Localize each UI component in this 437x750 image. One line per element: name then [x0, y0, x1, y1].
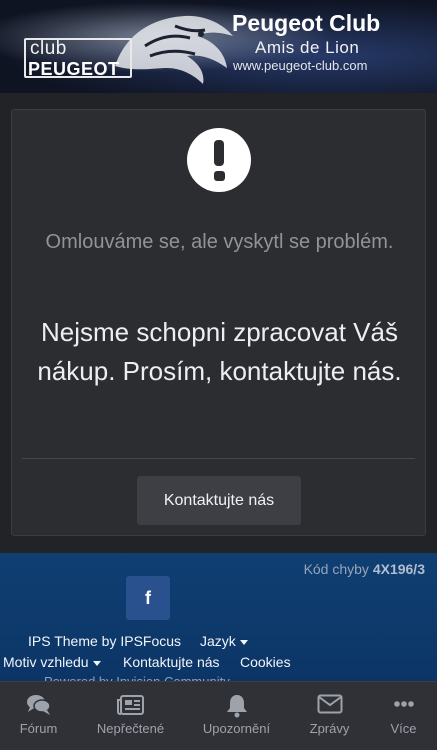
card-divider	[22, 458, 415, 459]
envelope-icon	[317, 694, 342, 714]
site-title: Peugeot Club	[232, 10, 381, 36]
theme-picker-label: Motiv vzhledu	[3, 654, 89, 670]
logo-club-text: club	[30, 38, 67, 59]
logo-brand-text: PEUGEOT	[28, 59, 120, 79]
newspaper-icon	[116, 695, 144, 715]
language-menu[interactable]: Jazyk	[200, 633, 248, 649]
nav-label-unread: Nepřečtené	[96, 721, 165, 736]
nav-item-more[interactable]: Více	[360, 682, 437, 750]
bell-icon	[226, 695, 247, 718]
site-url: www.peugeot-club.com	[233, 58, 368, 73]
more-icon	[393, 701, 414, 707]
nav-label-notifications: Upozornění	[202, 721, 271, 736]
theme-credit-link[interactable]: IPS Theme by IPSFocus	[28, 633, 181, 649]
nav-label-more: Více	[390, 721, 417, 736]
error-code: Kód chyby 4X196/3	[304, 561, 425, 577]
nav-item-forum[interactable]: Fórum	[0, 682, 82, 750]
error-card: Omlouváme se, ale vyskytl se problém. Ne…	[11, 109, 426, 536]
facebook-icon: f	[145, 587, 151, 608]
nav-item-notifications[interactable]: Upozornění	[193, 682, 280, 750]
theme-picker-menu[interactable]: Motiv vzhledu	[3, 654, 101, 670]
facebook-button[interactable]: f	[126, 576, 170, 620]
site-footer: Kód chyby 4X196/3 f IPS Theme by IPSFocu…	[0, 553, 437, 689]
error-code-value: 4X196/3	[372, 561, 425, 577]
chevron-down-icon	[239, 639, 248, 645]
chevron-down-icon	[92, 660, 101, 666]
footer-contact-link[interactable]: Kontaktujte nás	[123, 654, 220, 670]
contact-us-button[interactable]: Kontaktujte nás	[137, 476, 301, 525]
language-label: Jazyk	[200, 633, 236, 649]
nav-label-forum: Fórum	[19, 721, 58, 736]
bottom-navigation: Fórum Nepřečtené Upozornění Zprávy Více	[0, 681, 437, 750]
nav-label-messages: Zprávy	[309, 721, 350, 736]
site-subtitle: Amis de Lion	[255, 38, 360, 57]
error-message: Nejsme schopni zpracovat Váš nákup. Pros…	[37, 317, 402, 386]
cookies-link[interactable]: Cookies	[240, 654, 291, 670]
error-subtitle: Omlouváme se, ale vyskytl se problém.	[45, 231, 394, 253]
nav-item-unread[interactable]: Nepřečtené	[87, 682, 174, 750]
error-code-label: Kód chyby	[303, 561, 369, 577]
exclamation-icon	[187, 128, 251, 192]
comments-icon	[26, 695, 51, 715]
site-header-banner[interactable]: club PEUGEOT Peugeot Club Amis de Lion w…	[0, 0, 437, 93]
